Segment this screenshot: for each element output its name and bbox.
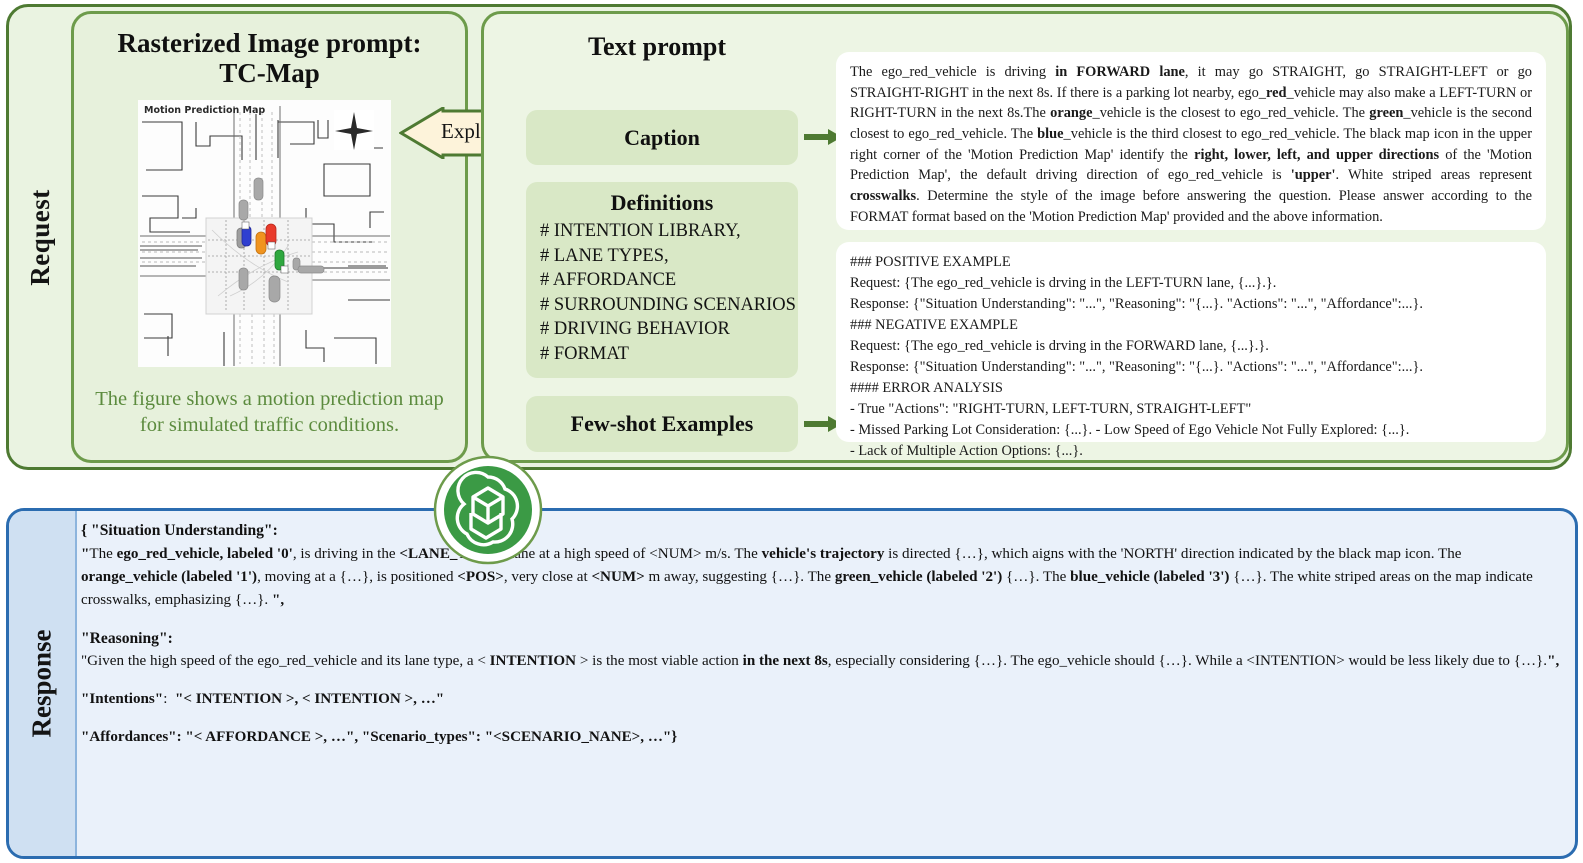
caption-text: The ego_red_vehicle is driving in FORWAR… <box>850 64 1533 225</box>
example-line: - True "Actions": "RIGHT-TURN, LEFT-TURN… <box>850 400 1252 417</box>
fewshot-examples-chip[interactable]: Few-shot Examples <box>526 396 798 452</box>
definitions-title: Definitions <box>610 190 714 215</box>
definitions-item: # AFFORDANCE <box>540 270 677 291</box>
response-side-label-text: Response <box>26 629 57 738</box>
example-line: #### ERROR ANALYSIS <box>850 379 1003 396</box>
example-line: - Missed Parking Lot Consideration: {...… <box>850 421 1410 438</box>
example-line: ### NEGATIVE EXAMPLE <box>850 316 1018 333</box>
example-line: ### POSITIVE EXAMPLE <box>850 254 1011 270</box>
situation-understanding-heading: { "Situation Understanding": <box>81 522 278 539</box>
situation-understanding-text: "The ego_red_vehicle, labeled '0', is dr… <box>81 545 1533 608</box>
response-panel: Response { "Situation Understanding": "T… <box>6 508 1578 859</box>
fewshot-chip-label: Few-shot Examples <box>570 411 754 436</box>
caption-chip[interactable]: Caption <box>526 110 798 165</box>
image-prompt-title-line1: Rasterized Image prompt: <box>117 28 422 58</box>
definitions-chip[interactable]: Definitions # INTENTION LIBRARY, # LANE … <box>526 182 798 378</box>
examples-text: ### POSITIVE EXAMPLE Request: {The ego_re… <box>850 252 1532 462</box>
map-title-text: Motion Prediction Map <box>144 105 265 116</box>
example-line: Request: {The ego_red_vehicle is drving … <box>850 274 1277 291</box>
text-prompt-card: Text prompt Caption Definitions # INTENT… <box>481 11 1569 463</box>
response-side-label: Response <box>9 511 77 856</box>
definitions-item: # DRIVING BEHAVIOR <box>540 319 730 340</box>
caption-chip-label: Caption <box>624 124 700 150</box>
reasoning-text: "Given the high speed of the ego_red_veh… <box>81 653 1560 670</box>
openai-logo <box>433 455 543 565</box>
map-illustration: Motion Prediction Map <box>138 100 391 367</box>
definitions-item: # SURROUNDING SCENARIOS <box>540 294 796 315</box>
map-caption: The figure shows a motion prediction map… <box>95 388 444 437</box>
example-line: Response: {"Situation Understanding": ".… <box>850 295 1423 312</box>
example-line: Response: {"Situation Understanding": ".… <box>850 358 1423 375</box>
reasoning-heading: "Reasoning": <box>81 629 173 647</box>
response-body: { "Situation Understanding": "The ego_re… <box>81 519 1561 848</box>
definitions-item: # LANE TYPES, <box>540 245 669 266</box>
request-side-label: Request <box>9 7 71 467</box>
image-prompt-title-line2: TC-Map <box>219 58 320 89</box>
definitions-list: # INTENTION LIBRARY, # LANE TYPES, # AFF… <box>526 219 798 367</box>
definitions-item: # FORMAT <box>540 343 629 364</box>
affordances-text: "Affordances": "< AFFORDANCE >, …", "Sce… <box>81 729 678 746</box>
image-prompt-title: Rasterized Image prompt: TC-Map <box>74 28 465 88</box>
example-line: - Lack of Multiple Action Options: {...}… <box>850 442 1083 459</box>
examples-text-box: ### POSITIVE EXAMPLE Request: {The ego_re… <box>836 242 1546 459</box>
caption-text-box: The ego_red_vehicle is driving in FORWAR… <box>836 52 1546 230</box>
motion-prediction-map-thumbnail[interactable]: Motion Prediction Map <box>138 100 391 367</box>
request-side-label-text: Request <box>24 188 55 286</box>
request-panel: Request Rasterized Image prompt: TC-Map <box>6 4 1572 470</box>
example-line: Request: {The ego_red_vehicle is drving … <box>850 337 1269 354</box>
definitions-item: # INTENTION LIBRARY, <box>540 221 741 241</box>
intentions-text: "Intentions": "< INTENTION >, < INTENTIO… <box>81 691 445 708</box>
image-prompt-card: Rasterized Image prompt: TC-Map Motion P… <box>71 11 468 463</box>
text-prompt-title: Text prompt <box>588 32 726 61</box>
